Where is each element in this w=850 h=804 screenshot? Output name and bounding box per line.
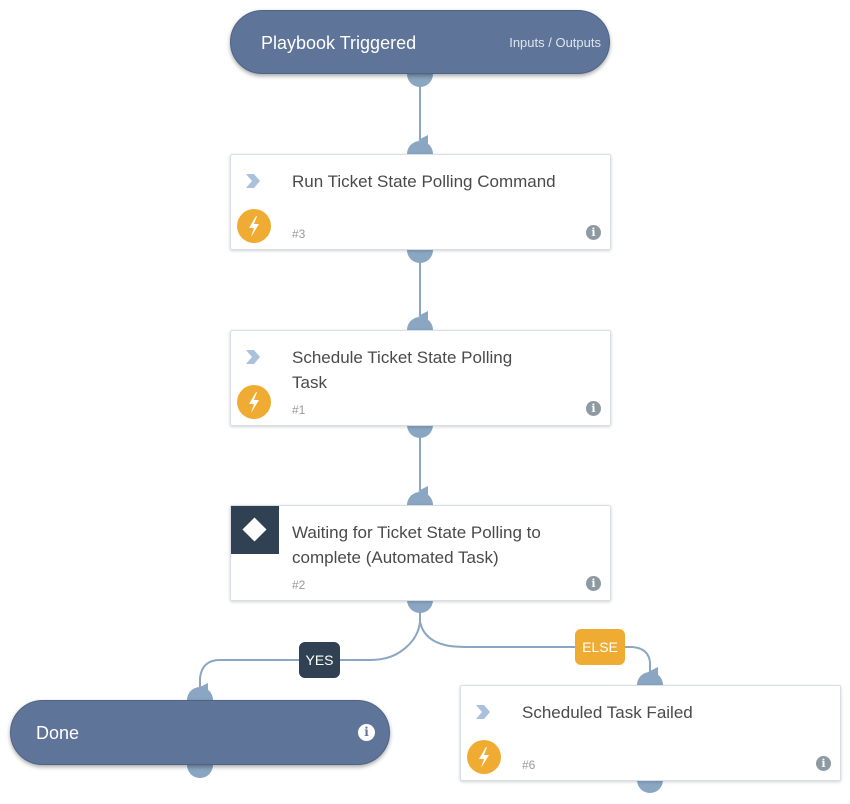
diamond-condition-icon bbox=[231, 506, 279, 554]
task-title: Scheduled Task Failed bbox=[522, 703, 693, 722]
else-branch-badge[interactable]: ELSE bbox=[575, 629, 625, 665]
task-node-1[interactable]: Schedule Ticket State Polling Task #1 i bbox=[230, 330, 611, 426]
chevron-right-icon bbox=[246, 174, 260, 188]
lightning-bolt-icon bbox=[467, 740, 501, 774]
start-node[interactable]: Playbook Triggered Inputs / Outputs bbox=[230, 10, 610, 74]
task-title: Run Ticket State Polling Command bbox=[292, 172, 556, 191]
info-icon[interactable]: i bbox=[586, 401, 601, 416]
start-node-title: Playbook Triggered bbox=[261, 33, 417, 53]
info-icon[interactable]: i bbox=[816, 756, 831, 771]
inputs-outputs-link[interactable]: Inputs / Outputs bbox=[509, 11, 601, 75]
chevron-right-icon bbox=[246, 350, 260, 364]
chevron-right-icon bbox=[476, 705, 490, 719]
end-node-done[interactable]: Done i bbox=[10, 700, 390, 765]
task-number: #2 bbox=[292, 578, 306, 592]
info-icon[interactable]: i bbox=[358, 724, 375, 741]
yes-branch-badge[interactable]: YES bbox=[299, 642, 340, 678]
task-node-6[interactable]: Scheduled Task Failed #6 i bbox=[460, 685, 841, 781]
task-node-3[interactable]: Run Ticket State Polling Command #3 i bbox=[230, 154, 611, 250]
condition-node-2[interactable]: Waiting for Ticket State Polling to comp… bbox=[230, 505, 611, 601]
task-number: #3 bbox=[292, 227, 306, 241]
end-node-title: Done bbox=[36, 723, 80, 743]
lightning-bolt-icon bbox=[237, 385, 271, 419]
info-icon[interactable]: i bbox=[586, 576, 601, 591]
task-number: #6 bbox=[522, 758, 536, 772]
task-title: Waiting for Ticket State Polling to comp… bbox=[292, 523, 541, 567]
lightning-bolt-icon bbox=[237, 209, 271, 243]
task-number: #1 bbox=[292, 403, 306, 417]
info-icon[interactable]: i bbox=[586, 225, 601, 240]
task-title: Schedule Ticket State Polling Task bbox=[292, 348, 513, 392]
playbook-canvas: Playbook Triggered Inputs / Outputs Run … bbox=[0, 0, 850, 804]
